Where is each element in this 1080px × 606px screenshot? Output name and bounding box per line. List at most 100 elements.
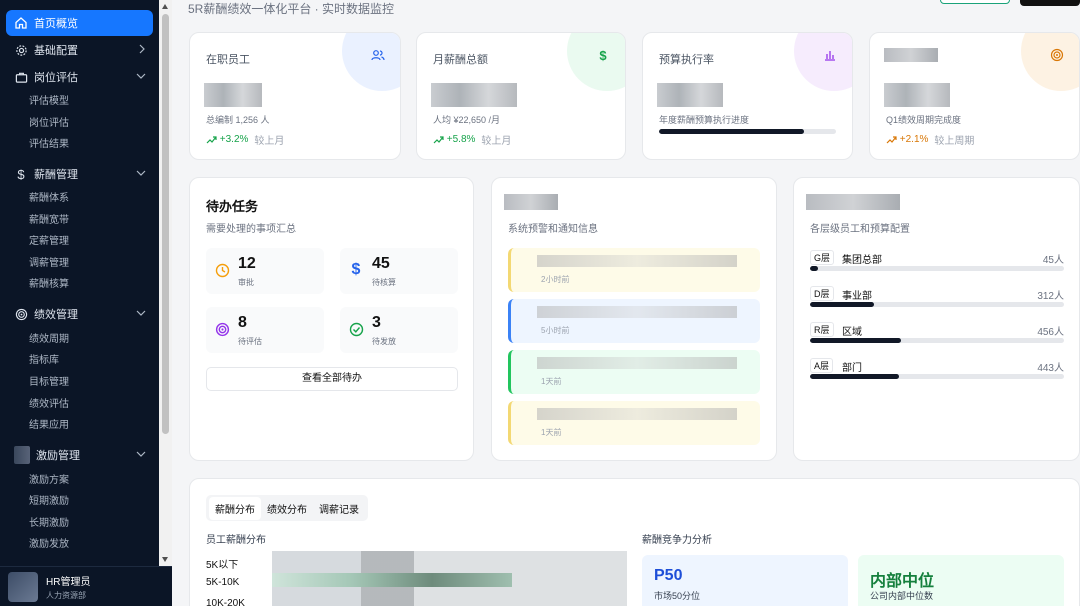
todo-label: 待发放 xyxy=(372,337,396,346)
todo-item-calc[interactable]: $ 45 待核算 xyxy=(340,248,458,294)
level-progress-bar xyxy=(810,338,1064,343)
sidebar-item-label: 首页概览 xyxy=(34,18,78,30)
gear-icon xyxy=(14,43,28,57)
stat-label: 在职员工 xyxy=(206,54,250,66)
notice-item[interactable]: 1天前 xyxy=(508,350,760,394)
scrollbar-thumb[interactable] xyxy=(162,14,169,434)
stat-label: 月薪酬总额 xyxy=(433,54,488,66)
sidebar-item-goal-mgmt[interactable]: 目标管理 xyxy=(29,375,69,391)
stat-value-redacted xyxy=(431,83,517,107)
sidebar-item-eval-result[interactable]: 评估结果 xyxy=(29,137,69,153)
sidebar-item-eval-model[interactable]: 评估模型 xyxy=(29,94,69,110)
stat-change-value: +2.1% xyxy=(899,134,929,145)
notice-item[interactable]: 1天前 xyxy=(508,401,760,445)
level-row-r: R层 区域 456人 xyxy=(810,322,1064,352)
todo-item-eval[interactable]: 8 待评估 xyxy=(206,307,324,353)
stat-compare: 较上月 xyxy=(481,136,512,147)
comp-label: 公司内部中位数 xyxy=(870,591,934,601)
sidebar-group-label: 绩效管理 xyxy=(34,309,78,321)
sidebar-item-incentive-plan[interactable]: 激励方案 xyxy=(29,473,69,489)
sidebar-item-job-eval[interactable]: 岗位评估 xyxy=(29,116,69,132)
sidebar-group-basic[interactable]: 基础配置 xyxy=(0,39,158,61)
sidebar-item-result-apply[interactable]: 结果应用 xyxy=(29,418,69,434)
sidebar-item-adjust-salary[interactable]: 调薪管理 xyxy=(29,256,69,272)
todo-subtitle: 需要处理的事项汇总 xyxy=(206,224,296,235)
tab-perf-dist[interactable]: 绩效分布 xyxy=(261,497,313,520)
user-profile[interactable]: HR管理员 人力资源部 xyxy=(0,566,172,606)
stat-note: 总编制 1,256 人 xyxy=(206,115,270,125)
sidebar-group-label: 激励管理 xyxy=(36,450,80,462)
level-count: 45人 xyxy=(1042,255,1064,266)
sidebar-item-kpi-lib[interactable]: 指标库 xyxy=(29,353,59,369)
header-primary-button[interactable] xyxy=(1020,0,1080,6)
level-progress-bar xyxy=(810,302,1064,307)
stat-note: 年度薪酬预算执行进度 xyxy=(659,115,750,125)
scroll-down-icon[interactable] xyxy=(162,557,168,562)
notice-item[interactable]: 2小时前 xyxy=(508,248,760,292)
header-action-button[interactable] xyxy=(940,0,1010,4)
user-name: HR管理员 xyxy=(46,576,91,588)
level-tag-text: R层 xyxy=(810,322,834,337)
sidebar-group-compensation[interactable]: $ 薪酬管理 xyxy=(0,163,158,185)
notice-time: 1天前 xyxy=(541,428,562,437)
user-role: 人力资源部 xyxy=(46,590,86,600)
dollar-icon: $ xyxy=(599,47,607,63)
sidebar-group-label: 基础配置 xyxy=(34,45,78,57)
tab-adjust-records[interactable]: 调薪记录 xyxy=(313,497,365,520)
target-icon xyxy=(14,307,28,321)
sidebar-group-label: 薪酬管理 xyxy=(34,169,78,181)
level-tag: R层 xyxy=(810,322,834,337)
salary-dist-title: 员工薪酬分布 xyxy=(206,535,266,546)
comp-value: 内部中位 xyxy=(870,573,935,590)
sidebar-item-comp-system[interactable]: 薪酬体系 xyxy=(29,191,69,207)
sidebar-group-incentive[interactable]: 激励管理 xyxy=(0,444,158,466)
briefcase-icon xyxy=(14,70,28,84)
todo-card: 待办任务 需要处理的事项汇总 12 审批 $ 45 待核算 8 待评估 3 待发… xyxy=(189,177,474,461)
trend-up-icon: +5.8% xyxy=(433,134,475,145)
chevron-right-icon xyxy=(138,44,146,57)
sidebar-scrollbar[interactable] xyxy=(159,0,172,566)
stat-card-employees: 在职员工 总编制 1,256 人 +3.2% 较上月 xyxy=(189,32,401,160)
notice-item[interactable]: 5小时前 xyxy=(508,299,760,343)
todo-item-approve[interactable]: 12 审批 xyxy=(206,248,324,294)
stat-change-value: +3.2% xyxy=(219,134,249,145)
stat-note: Q1绩效周期完成度 xyxy=(886,115,962,125)
comp-value: P50 xyxy=(654,567,683,584)
chart-icon xyxy=(822,47,838,63)
notice-time: 1天前 xyxy=(541,377,562,386)
tab-salary-dist[interactable]: 薪酬分布 xyxy=(209,496,261,520)
notice-text-redacted xyxy=(537,357,737,369)
todo-item-payout[interactable]: 3 待发放 xyxy=(340,307,458,353)
sidebar-group-label: 岗位评估 xyxy=(34,72,78,84)
sidebar-item-comp-band[interactable]: 薪酬宽带 xyxy=(29,213,69,229)
users-icon xyxy=(370,47,386,63)
notice-time: 5小时前 xyxy=(541,326,570,335)
scroll-up-icon[interactable] xyxy=(162,4,168,9)
distribution-tabs: 薪酬分布 绩效分布 调薪记录 xyxy=(206,495,368,521)
sidebar-item-short-term[interactable]: 短期激励 xyxy=(29,494,69,510)
stat-label-redacted xyxy=(884,48,938,62)
stat-label: 预算执行率 xyxy=(659,54,714,66)
sidebar-item-perf-eval[interactable]: 绩效评估 xyxy=(29,397,69,413)
sidebar-item-incentive-payout[interactable]: 激励发放 xyxy=(29,537,69,553)
level-tag: G层 xyxy=(810,250,835,265)
sidebar-item-perf-cycle[interactable]: 绩效周期 xyxy=(29,332,69,348)
gift-icon xyxy=(14,446,30,464)
sidebar-item-home[interactable]: 首页概览 xyxy=(6,10,153,36)
avatar xyxy=(8,571,38,602)
comp-label: 市场50分位 xyxy=(654,591,701,601)
view-all-todo-button[interactable]: 查看全部待办 xyxy=(206,367,458,391)
sidebar-item-comp-calc[interactable]: 薪酬核算 xyxy=(29,277,69,293)
page-subtitle: 5R薪酬绩效一体化平台 · 实时数据监控 xyxy=(188,2,395,16)
notice-time: 2小时前 xyxy=(541,275,570,284)
comp-analysis-title: 薪酬竞争力分析 xyxy=(642,535,712,546)
chevron-down-icon xyxy=(136,168,146,180)
trend-up-icon: +2.1% xyxy=(886,134,928,145)
sidebar-group-performance[interactable]: 绩效管理 xyxy=(0,303,158,325)
chevron-down-icon xyxy=(136,308,146,320)
level-progress-bar xyxy=(810,374,1064,379)
todo-label: 审批 xyxy=(238,278,254,287)
sidebar-item-set-salary[interactable]: 定薪管理 xyxy=(29,234,69,250)
sidebar-item-long-term[interactable]: 长期激励 xyxy=(29,516,69,532)
sidebar-group-job-eval[interactable]: 岗位评估 xyxy=(0,66,158,88)
